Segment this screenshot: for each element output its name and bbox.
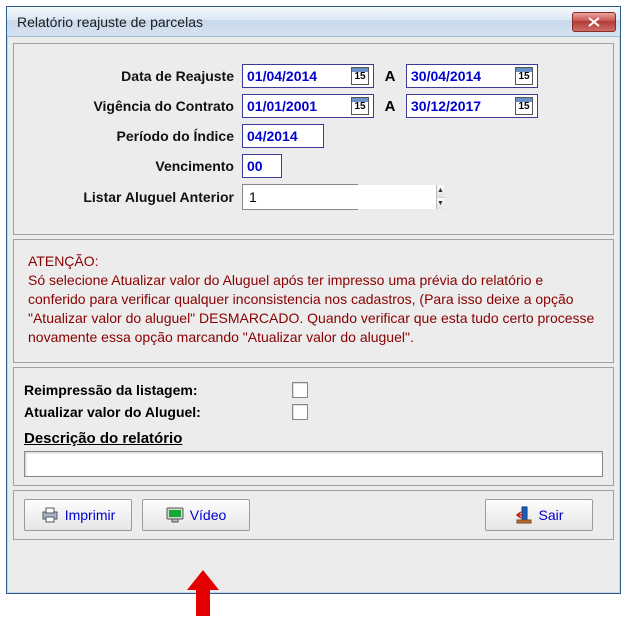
spinner-down[interactable]: ▼: [437, 198, 444, 210]
options-panel: Reimpressão da listagem: Atualizar valor…: [13, 367, 614, 486]
input-value: 04/2014: [247, 128, 298, 144]
row-periodo-indice: Período do Índice 04/2014: [24, 124, 603, 148]
date-value: 30/12/2017: [411, 98, 515, 114]
spinner-arrows: ▲ ▼: [436, 185, 444, 209]
listar-anterior-spinner[interactable]: ▲ ▼: [242, 184, 358, 210]
spinner-up[interactable]: ▲: [437, 185, 444, 198]
printer-icon: [41, 506, 59, 524]
row-vigencia: Vigência do Contrato 01/01/2001 15 A 30/…: [24, 94, 603, 118]
descricao-input[interactable]: [24, 451, 603, 477]
label-listar-anterior: Listar Aluguel Anterior: [24, 189, 242, 205]
row-vencimento: Vencimento 00: [24, 154, 603, 178]
row-data-reajuste: Data de Reajuste 01/04/2014 15 A 30/04/2…: [24, 64, 603, 88]
button-label: Vídeo: [190, 507, 227, 523]
row-listar-anterior: Listar Aluguel Anterior ▲ ▼: [24, 184, 603, 210]
label-descricao: Descrição do relatório: [24, 430, 603, 447]
row-atualizar: Atualizar valor do Aluguel:: [24, 404, 603, 420]
spinner-value[interactable]: [243, 185, 436, 209]
calendar-icon[interactable]: 15: [515, 97, 533, 115]
periodo-indice-input[interactable]: 04/2014: [242, 124, 324, 148]
video-button[interactable]: Vídeo: [142, 499, 250, 531]
warning-panel: ATENÇÃO: Só selecione Atualizar valor do…: [13, 239, 614, 363]
checkbox-reimpressao[interactable]: [292, 382, 308, 398]
date-value: 01/01/2001: [247, 98, 351, 114]
calendar-icon[interactable]: 15: [515, 67, 533, 85]
monitor-icon: [166, 506, 184, 524]
annotation-arrow-icon: [203, 570, 219, 616]
vigencia-to[interactable]: 30/12/2017 15: [406, 94, 538, 118]
vencimento-input[interactable]: 00: [242, 154, 282, 178]
date-value: 01/04/2014: [247, 68, 351, 84]
warning-body: Só selecione Atualizar valor do Aluguel …: [28, 271, 599, 347]
label-atualizar: Atualizar valor do Aluguel:: [24, 404, 292, 420]
sair-button[interactable]: Sair: [485, 499, 593, 531]
checkbox-atualizar[interactable]: [292, 404, 308, 420]
client-area: Data de Reajuste 01/04/2014 15 A 30/04/2…: [13, 43, 614, 587]
label-reimpressao: Reimpressão da listagem:: [24, 382, 292, 398]
vigencia-from[interactable]: 01/01/2001 15: [242, 94, 374, 118]
data-reajuste-from[interactable]: 01/04/2014 15: [242, 64, 374, 88]
label-data-reajuste: Data de Reajuste: [24, 68, 242, 84]
data-reajuste-to[interactable]: 30/04/2014 15: [406, 64, 538, 88]
warning-heading: ATENÇÃO:: [28, 252, 599, 271]
label-vigencia: Vigência do Contrato: [24, 98, 242, 114]
label-vencimento: Vencimento: [24, 158, 242, 174]
input-value: 00: [247, 158, 263, 174]
label-periodo-indice: Período do Índice: [24, 128, 242, 144]
button-label: Sair: [539, 507, 564, 523]
calendar-icon[interactable]: 15: [351, 97, 369, 115]
date-value: 30/04/2014: [411, 68, 515, 84]
exit-door-icon: [515, 506, 533, 524]
button-bar: Imprimir Vídeo: [13, 490, 614, 540]
dialog-window: Relatório reajuste de parcelas Data de R…: [6, 6, 621, 594]
button-label: Imprimir: [65, 507, 116, 523]
close-button[interactable]: [572, 12, 616, 32]
form-panel: Data de Reajuste 01/04/2014 15 A 30/04/2…: [13, 43, 614, 235]
window-title: Relatório reajuste de parcelas: [17, 14, 572, 30]
titlebar: Relatório reajuste de parcelas: [7, 7, 620, 37]
range-separator: A: [374, 98, 406, 115]
calendar-icon[interactable]: 15: [351, 67, 369, 85]
row-reimpressao: Reimpressão da listagem:: [24, 382, 603, 398]
range-separator: A: [374, 68, 406, 85]
close-icon: [588, 17, 600, 27]
imprimir-button[interactable]: Imprimir: [24, 499, 132, 531]
